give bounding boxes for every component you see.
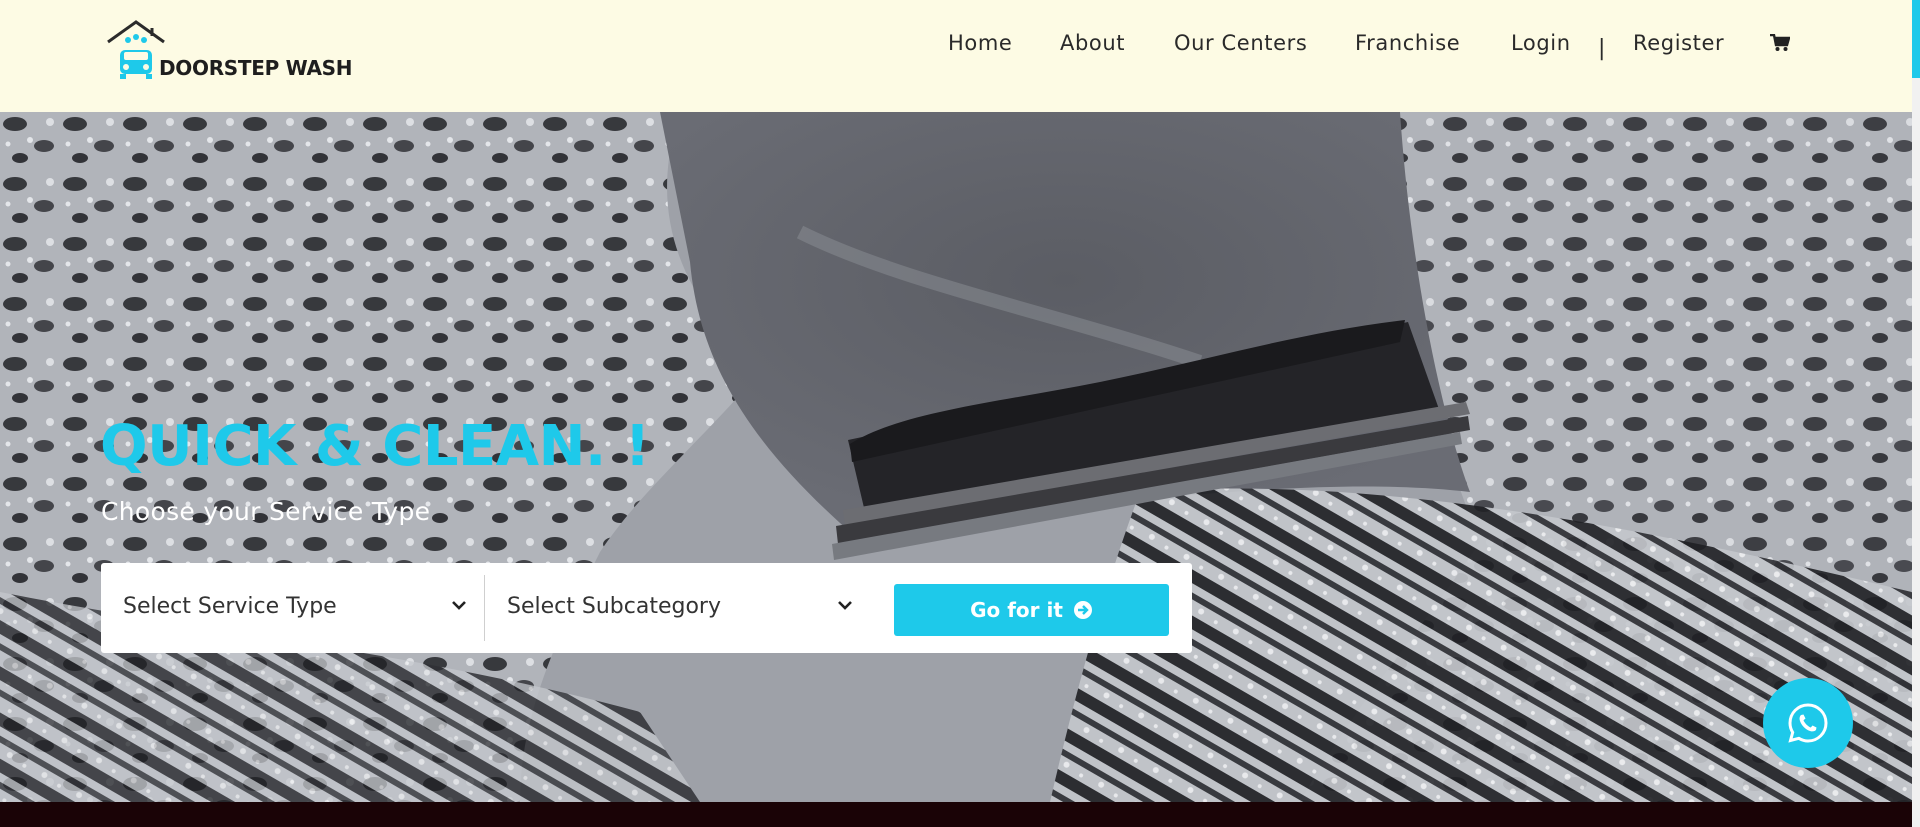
hero-subtitle: Choose your Service Type — [101, 497, 431, 526]
service-type-select[interactable]: Select Service Type — [101, 563, 484, 653]
subcategory-select[interactable]: Select Subcategory — [485, 563, 885, 653]
hero-title: QUICK & CLEAN. ! — [100, 414, 650, 479]
nav-home[interactable]: Home — [948, 31, 1012, 55]
nav-franchise[interactable]: Franchise — [1355, 31, 1460, 55]
nav-login[interactable]: Login — [1511, 31, 1571, 55]
arrow-circle-right-icon — [1073, 601, 1092, 619]
page-scrollbar[interactable] — [1912, 0, 1920, 827]
shopping-cart-icon[interactable] — [1770, 33, 1791, 56]
service-search-form: Select Service Type Select Subcategory G… — [101, 563, 1192, 653]
subcategory-value: Select Subcategory — [507, 594, 721, 619]
whatsapp-icon — [1788, 703, 1828, 743]
nav-register[interactable]: Register — [1633, 31, 1724, 55]
nav-our-centers[interactable]: Our Centers — [1174, 31, 1307, 55]
hero-section: QUICK & CLEAN. ! Choose your Service Typ… — [0, 112, 1912, 802]
nav-about[interactable]: About — [1060, 31, 1125, 55]
site-header: DOORSTEP WASH Home About Our Centers Fra… — [0, 0, 1912, 112]
go-for-it-button[interactable]: Go for it — [894, 584, 1169, 636]
whatsapp-chat-button[interactable] — [1763, 678, 1853, 768]
scrollbar-thumb[interactable] — [1912, 0, 1920, 78]
main-nav: Home About Our Centers Franchise Login |… — [0, 0, 1912, 90]
chevron-down-icon — [452, 601, 466, 610]
footer-strip — [0, 802, 1912, 827]
chevron-down-icon — [838, 601, 852, 610]
service-type-value: Select Service Type — [123, 594, 337, 619]
nav-separator: | — [1598, 36, 1606, 61]
go-for-it-label: Go for it — [970, 598, 1063, 622]
